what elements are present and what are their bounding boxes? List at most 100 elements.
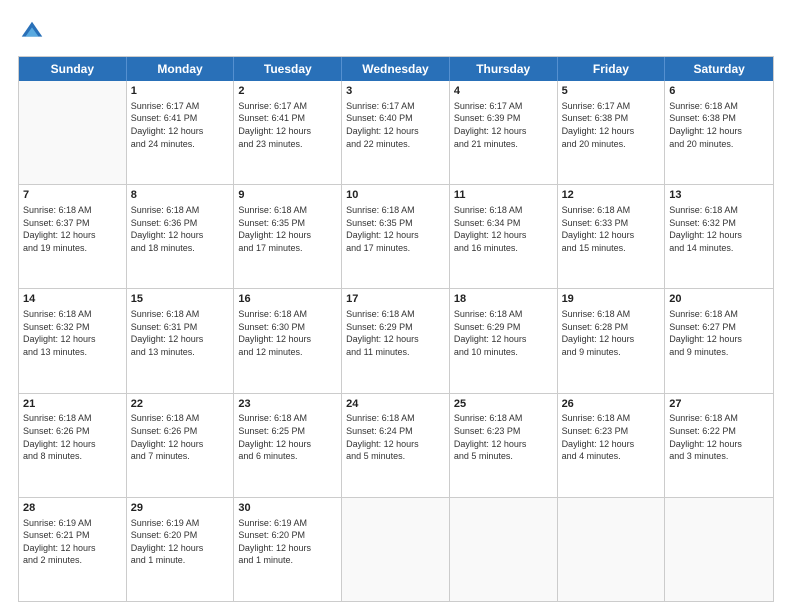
calendar-cell: 2Sunrise: 6:17 AMSunset: 6:41 PMDaylight… <box>234 81 342 184</box>
day-number: 8 <box>131 188 230 203</box>
day-number: 6 <box>669 84 769 99</box>
day-info: Sunrise: 6:18 AMSunset: 6:23 PMDaylight:… <box>454 412 553 462</box>
calendar-row: 14Sunrise: 6:18 AMSunset: 6:32 PMDayligh… <box>19 289 773 393</box>
day-number: 25 <box>454 397 553 412</box>
day-number: 15 <box>131 292 230 307</box>
logo <box>18 18 50 46</box>
calendar-cell <box>19 81 127 184</box>
calendar-cell: 16Sunrise: 6:18 AMSunset: 6:30 PMDayligh… <box>234 289 342 392</box>
day-info: Sunrise: 6:17 AMSunset: 6:41 PMDaylight:… <box>238 100 337 150</box>
calendar-cell: 14Sunrise: 6:18 AMSunset: 6:32 PMDayligh… <box>19 289 127 392</box>
calendar-cell: 24Sunrise: 6:18 AMSunset: 6:24 PMDayligh… <box>342 394 450 497</box>
calendar-row: 1Sunrise: 6:17 AMSunset: 6:41 PMDaylight… <box>19 81 773 185</box>
page: SundayMondayTuesdayWednesdayThursdayFrid… <box>0 0 792 612</box>
day-number: 14 <box>23 292 122 307</box>
calendar-row: 21Sunrise: 6:18 AMSunset: 6:26 PMDayligh… <box>19 394 773 498</box>
day-number: 11 <box>454 188 553 203</box>
day-number: 7 <box>23 188 122 203</box>
day-info: Sunrise: 6:19 AMSunset: 6:21 PMDaylight:… <box>23 517 122 567</box>
day-info: Sunrise: 6:17 AMSunset: 6:41 PMDaylight:… <box>131 100 230 150</box>
day-info: Sunrise: 6:18 AMSunset: 6:37 PMDaylight:… <box>23 204 122 254</box>
calendar-cell: 17Sunrise: 6:18 AMSunset: 6:29 PMDayligh… <box>342 289 450 392</box>
calendar-body: 1Sunrise: 6:17 AMSunset: 6:41 PMDaylight… <box>19 81 773 601</box>
calendar-cell: 7Sunrise: 6:18 AMSunset: 6:37 PMDaylight… <box>19 185 127 288</box>
day-number: 21 <box>23 397 122 412</box>
calendar-cell <box>450 498 558 601</box>
day-info: Sunrise: 6:18 AMSunset: 6:32 PMDaylight:… <box>669 204 769 254</box>
day-info: Sunrise: 6:18 AMSunset: 6:25 PMDaylight:… <box>238 412 337 462</box>
day-info: Sunrise: 6:18 AMSunset: 6:29 PMDaylight:… <box>346 308 445 358</box>
calendar-cell: 22Sunrise: 6:18 AMSunset: 6:26 PMDayligh… <box>127 394 235 497</box>
day-info: Sunrise: 6:18 AMSunset: 6:28 PMDaylight:… <box>562 308 661 358</box>
day-number: 13 <box>669 188 769 203</box>
day-info: Sunrise: 6:17 AMSunset: 6:38 PMDaylight:… <box>562 100 661 150</box>
day-number: 28 <box>23 501 122 516</box>
day-info: Sunrise: 6:17 AMSunset: 6:39 PMDaylight:… <box>454 100 553 150</box>
calendar-cell: 12Sunrise: 6:18 AMSunset: 6:33 PMDayligh… <box>558 185 666 288</box>
calendar-cell: 10Sunrise: 6:18 AMSunset: 6:35 PMDayligh… <box>342 185 450 288</box>
calendar-cell: 8Sunrise: 6:18 AMSunset: 6:36 PMDaylight… <box>127 185 235 288</box>
calendar-cell: 21Sunrise: 6:18 AMSunset: 6:26 PMDayligh… <box>19 394 127 497</box>
day-info: Sunrise: 6:18 AMSunset: 6:29 PMDaylight:… <box>454 308 553 358</box>
day-number: 4 <box>454 84 553 99</box>
calendar-cell: 5Sunrise: 6:17 AMSunset: 6:38 PMDaylight… <box>558 81 666 184</box>
day-number: 23 <box>238 397 337 412</box>
day-info: Sunrise: 6:18 AMSunset: 6:22 PMDaylight:… <box>669 412 769 462</box>
calendar-header-cell: Sunday <box>19 57 127 81</box>
calendar-cell: 25Sunrise: 6:18 AMSunset: 6:23 PMDayligh… <box>450 394 558 497</box>
day-info: Sunrise: 6:18 AMSunset: 6:26 PMDaylight:… <box>131 412 230 462</box>
calendar-cell: 29Sunrise: 6:19 AMSunset: 6:20 PMDayligh… <box>127 498 235 601</box>
calendar-header-cell: Thursday <box>450 57 558 81</box>
day-number: 2 <box>238 84 337 99</box>
calendar-cell: 28Sunrise: 6:19 AMSunset: 6:21 PMDayligh… <box>19 498 127 601</box>
calendar-cell <box>665 498 773 601</box>
day-info: Sunrise: 6:18 AMSunset: 6:27 PMDaylight:… <box>669 308 769 358</box>
day-number: 3 <box>346 84 445 99</box>
calendar-cell: 30Sunrise: 6:19 AMSunset: 6:20 PMDayligh… <box>234 498 342 601</box>
day-number: 16 <box>238 292 337 307</box>
calendar-cell: 26Sunrise: 6:18 AMSunset: 6:23 PMDayligh… <box>558 394 666 497</box>
day-info: Sunrise: 6:19 AMSunset: 6:20 PMDaylight:… <box>131 517 230 567</box>
header <box>18 18 774 46</box>
calendar-cell: 15Sunrise: 6:18 AMSunset: 6:31 PMDayligh… <box>127 289 235 392</box>
day-number: 9 <box>238 188 337 203</box>
day-info: Sunrise: 6:18 AMSunset: 6:23 PMDaylight:… <box>562 412 661 462</box>
calendar-header-cell: Tuesday <box>234 57 342 81</box>
day-info: Sunrise: 6:18 AMSunset: 6:32 PMDaylight:… <box>23 308 122 358</box>
calendar-cell: 19Sunrise: 6:18 AMSunset: 6:28 PMDayligh… <box>558 289 666 392</box>
calendar-cell: 3Sunrise: 6:17 AMSunset: 6:40 PMDaylight… <box>342 81 450 184</box>
day-info: Sunrise: 6:18 AMSunset: 6:31 PMDaylight:… <box>131 308 230 358</box>
calendar-cell: 11Sunrise: 6:18 AMSunset: 6:34 PMDayligh… <box>450 185 558 288</box>
day-info: Sunrise: 6:18 AMSunset: 6:35 PMDaylight:… <box>346 204 445 254</box>
calendar-cell: 9Sunrise: 6:18 AMSunset: 6:35 PMDaylight… <box>234 185 342 288</box>
logo-icon <box>18 18 46 46</box>
calendar-header: SundayMondayTuesdayWednesdayThursdayFrid… <box>19 57 773 81</box>
day-info: Sunrise: 6:18 AMSunset: 6:34 PMDaylight:… <box>454 204 553 254</box>
calendar-cell: 23Sunrise: 6:18 AMSunset: 6:25 PMDayligh… <box>234 394 342 497</box>
day-info: Sunrise: 6:17 AMSunset: 6:40 PMDaylight:… <box>346 100 445 150</box>
day-number: 18 <box>454 292 553 307</box>
calendar-header-cell: Monday <box>127 57 235 81</box>
day-number: 1 <box>131 84 230 99</box>
day-info: Sunrise: 6:18 AMSunset: 6:36 PMDaylight:… <box>131 204 230 254</box>
calendar-header-cell: Wednesday <box>342 57 450 81</box>
day-number: 20 <box>669 292 769 307</box>
day-info: Sunrise: 6:18 AMSunset: 6:30 PMDaylight:… <box>238 308 337 358</box>
day-number: 17 <box>346 292 445 307</box>
day-info: Sunrise: 6:18 AMSunset: 6:33 PMDaylight:… <box>562 204 661 254</box>
calendar-cell: 4Sunrise: 6:17 AMSunset: 6:39 PMDaylight… <box>450 81 558 184</box>
calendar-cell <box>558 498 666 601</box>
day-number: 24 <box>346 397 445 412</box>
day-number: 30 <box>238 501 337 516</box>
calendar-cell: 6Sunrise: 6:18 AMSunset: 6:38 PMDaylight… <box>665 81 773 184</box>
calendar-cell: 1Sunrise: 6:17 AMSunset: 6:41 PMDaylight… <box>127 81 235 184</box>
calendar-cell: 13Sunrise: 6:18 AMSunset: 6:32 PMDayligh… <box>665 185 773 288</box>
day-info: Sunrise: 6:19 AMSunset: 6:20 PMDaylight:… <box>238 517 337 567</box>
calendar-cell: 20Sunrise: 6:18 AMSunset: 6:27 PMDayligh… <box>665 289 773 392</box>
day-number: 29 <box>131 501 230 516</box>
calendar-cell <box>342 498 450 601</box>
calendar-row: 7Sunrise: 6:18 AMSunset: 6:37 PMDaylight… <box>19 185 773 289</box>
day-info: Sunrise: 6:18 AMSunset: 6:26 PMDaylight:… <box>23 412 122 462</box>
calendar-cell: 27Sunrise: 6:18 AMSunset: 6:22 PMDayligh… <box>665 394 773 497</box>
calendar-row: 28Sunrise: 6:19 AMSunset: 6:21 PMDayligh… <box>19 498 773 601</box>
